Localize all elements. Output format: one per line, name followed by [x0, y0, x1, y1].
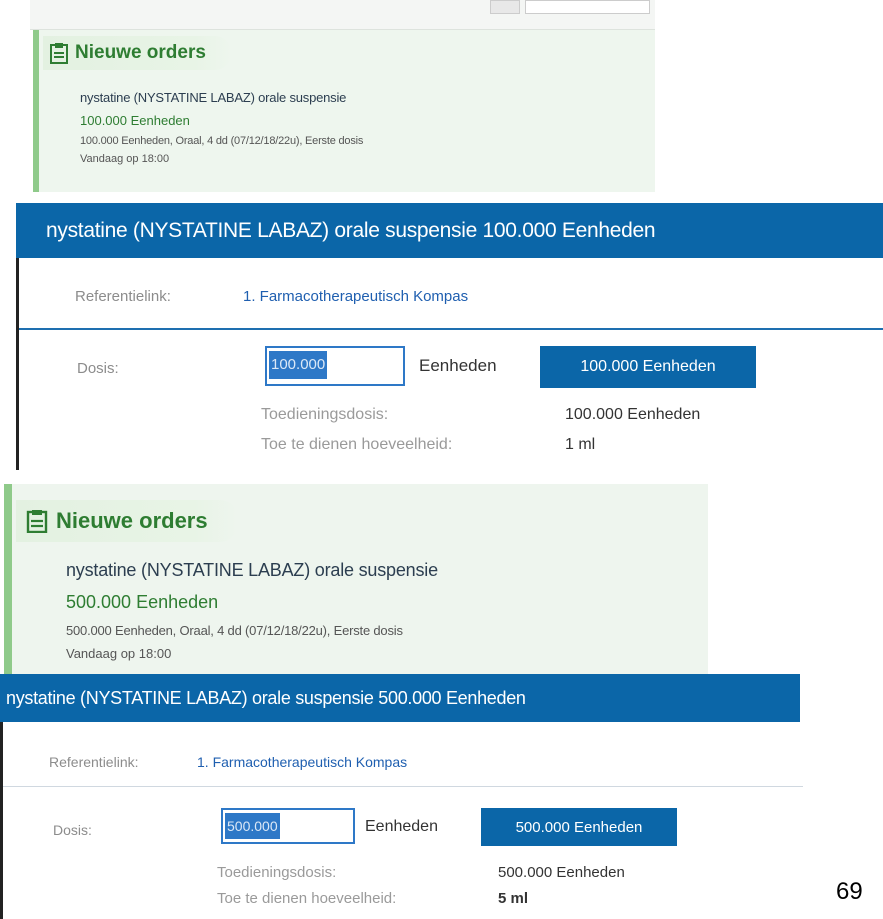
reference-link-label: Referentielink:	[75, 288, 171, 305]
order-time: Vandaag op 18:00	[80, 153, 170, 165]
amount-label: Toe te dienen hoeveelheid:	[261, 436, 453, 453]
cropped-input-remnant	[490, 0, 520, 14]
dose-input-selected-text: 500.000	[225, 813, 280, 839]
order-medication-name[interactable]: nystatine (NYSTATINE LABAZ) orale suspen…	[66, 560, 438, 581]
order-dose: 500.000 Eenheden	[66, 592, 219, 612]
dose-label: Dosis:	[53, 822, 92, 838]
dose-label: Dosis:	[77, 360, 119, 377]
dose-chip[interactable]: 100.000 Eenheden	[540, 346, 756, 388]
order-detail: 500.000 Eenheden, Oraal, 4 dd (07/12/18/…	[66, 623, 403, 638]
dose-input[interactable]: 100.000	[265, 346, 405, 386]
dose-unit: Eenheden	[365, 818, 438, 835]
amount-value: 5 ml	[498, 890, 529, 907]
reference-separator	[19, 328, 883, 330]
top-cropped-strip	[30, 0, 655, 30]
cropped-input-remnant-2	[525, 0, 650, 14]
dose-chip-label: 500.000 Eenheden	[515, 818, 643, 836]
reference-link-label: Referentielink:	[49, 754, 139, 770]
dose-chip[interactable]: 500.000 Eenheden	[481, 808, 677, 846]
reference-separator	[3, 786, 803, 787]
window-title-text: nystatine (NYSTATINE LABAZ) orale suspen…	[6, 687, 526, 708]
dose-input[interactable]: 500.000	[221, 808, 355, 844]
order-dose: 100.000 Eenheden	[80, 113, 190, 128]
order-detail-window-body: Referentielink: 1. Farmacotherapeutisch …	[16, 258, 883, 470]
new-orders-title: Nieuwe orders	[56, 508, 208, 533]
order-medication-name[interactable]: nystatine (NYSTATINE LABAZ) orale suspen…	[80, 90, 346, 105]
order-time: Vandaag op 18:00	[66, 646, 172, 661]
clipboard-icon	[49, 42, 69, 64]
reference-link[interactable]: 1. Farmacotherapeutisch Kompas	[197, 754, 407, 770]
order-detail-window-title: nystatine (NYSTATINE LABAZ) orale suspen…	[16, 203, 883, 258]
window-title-text: nystatine (NYSTATINE LABAZ) orale suspen…	[46, 218, 656, 242]
dose-input-selected-text: 100.000	[269, 351, 328, 379]
admin-dose-label: Toedieningsdosis:	[261, 406, 389, 423]
admin-dose-label: Toedieningsdosis:	[217, 864, 337, 881]
amount-value: 1 ml	[565, 436, 596, 453]
clipboard-icon	[26, 509, 48, 534]
dose-unit: Eenheden	[419, 356, 497, 375]
order-detail-window-title: nystatine (NYSTATINE LABAZ) orale suspen…	[0, 674, 800, 722]
admin-dose-value: 100.000 Eenheden	[565, 406, 701, 423]
amount-label: Toe te dienen hoeveelheid:	[217, 890, 397, 907]
reference-link[interactable]: 1. Farmacotherapeutisch Kompas	[243, 288, 468, 305]
page-number: 69	[836, 878, 863, 905]
new-orders-panel: Nieuwe orders nystatine (NYSTATINE LABAZ…	[4, 484, 708, 674]
new-orders-panel: Nieuwe orders nystatine (NYSTATINE LABAZ…	[33, 30, 655, 192]
admin-dose-value: 500.000 Eenheden	[498, 864, 625, 881]
order-detail: 100.000 Eenheden, Oraal, 4 dd (07/12/18/…	[80, 135, 364, 147]
new-orders-header: Nieuwe orders	[16, 500, 238, 542]
order-detail-window-body: Referentielink: 1. Farmacotherapeutisch …	[0, 722, 803, 919]
new-orders-header: Nieuwe orders	[43, 36, 232, 70]
new-orders-title: Nieuwe orders	[75, 42, 206, 63]
dose-chip-label: 100.000 Eenheden	[580, 358, 716, 375]
